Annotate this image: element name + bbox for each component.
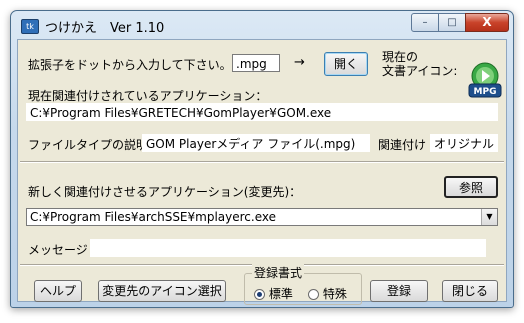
radio-standard-label: 標準 (268, 287, 293, 301)
new-app-combobox[interactable]: C:¥Program Files¥archSSE¥mplayerc.exe ▼ (26, 208, 498, 226)
mpg-document-icon: MPG (468, 62, 502, 98)
radio-special[interactable]: 特殊 (308, 285, 347, 302)
close-window-button[interactable]: X (465, 13, 509, 32)
current-icon-label-line2: 文書アイコン: (382, 64, 458, 78)
app-icon: tk (21, 19, 39, 34)
current-icon-label: 現在の 文書アイコン: (382, 50, 457, 78)
register-button[interactable]: 登録 (370, 280, 428, 302)
window-title: つけかえ Ver 1.10 (45, 21, 165, 36)
association-label: 関連付け (378, 138, 427, 152)
radio-special-label: 特殊 (322, 287, 347, 301)
current-icon-label-line1: 現在の (382, 50, 419, 64)
minimize-button[interactable]: – (411, 13, 439, 32)
title-bar[interactable]: tk つけかえ Ver 1.10 – □ X (11, 11, 513, 39)
radio-standard-indicator[interactable] (254, 289, 265, 300)
browse-button[interactable]: 参照 (444, 176, 498, 198)
filetype-label: ファイルタイプの説明 (28, 138, 149, 152)
icon-select-button[interactable]: 変更先のアイコン選択 (98, 280, 226, 302)
radio-standard[interactable]: 標準 (254, 285, 293, 302)
close-button[interactable]: 閉じる (442, 280, 498, 302)
new-app-label: 新しく関連付けさせるアプリケーション(変更先)： (28, 185, 302, 199)
mpg-icon-text: MPG (474, 87, 497, 97)
message-field (90, 239, 486, 257)
extension-label: 拡張子をドットから入力して下さい。 (28, 58, 232, 72)
extension-input[interactable]: .mpg (232, 54, 280, 72)
message-label: メッセージ (28, 243, 88, 257)
caption-buttons: – □ X (411, 13, 509, 32)
open-button[interactable]: 開く (324, 52, 368, 76)
main-window: tk つけかえ Ver 1.10 – □ X 拡張子をドットから入力して下さい。… (10, 10, 514, 308)
arrow-label: → (294, 55, 305, 70)
filetype-value: GOM Playerメディア ファイル(.mpg) (142, 134, 370, 152)
divider (20, 161, 504, 163)
current-app-path: C:¥Program Files¥GRETECH¥GomPlayer¥GOM.e… (26, 103, 498, 121)
help-button[interactable]: ヘルプ (34, 280, 82, 302)
radio-special-indicator[interactable] (308, 289, 319, 300)
dropdown-arrow-icon[interactable]: ▼ (481, 209, 497, 225)
new-app-path: C:¥Program Files¥archSSE¥mplayerc.exe (30, 210, 276, 224)
client-area: 拡張子をドットから入力して下さい。 .mpg → 開く 現在の 文書アイコン: … (17, 39, 507, 305)
association-value: オリジナル (430, 134, 498, 152)
current-app-label: 現在関連付けされているアプリケーション： (28, 89, 268, 103)
maximize-button[interactable]: □ (439, 13, 465, 32)
register-format-title: 登録書式 (252, 264, 305, 281)
